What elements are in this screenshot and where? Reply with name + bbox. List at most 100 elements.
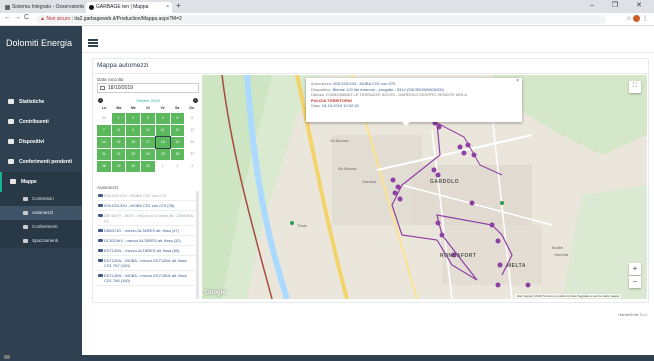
calendar-weekdays: Lu Ma Me Gi Ve Sa Do bbox=[97, 106, 199, 112]
tab-title: GARBAGE ten | Mappa bbox=[96, 4, 149, 10]
calendar-day[interactable]: 5 bbox=[170, 113, 185, 124]
map-attribution[interactable]: Dati mappa ©2019 Termini e condizioni d'… bbox=[514, 294, 621, 298]
calendar-day[interactable]: 27 bbox=[185, 149, 199, 160]
new-tab-button[interactable]: + bbox=[176, 1, 181, 10]
calendar-day[interactable]: 30 bbox=[126, 161, 141, 172]
sidebar-subitem-automezzi[interactable]: Automezzi bbox=[0, 206, 82, 220]
calendar-day[interactable]: 25 bbox=[155, 149, 170, 160]
reload-button[interactable]: C bbox=[24, 14, 29, 21]
broom-icon bbox=[23, 239, 28, 243]
calendar-day[interactable]: 20 bbox=[185, 137, 199, 148]
info-key: Dispositivo: bbox=[311, 86, 332, 92]
tab-garbage-mappa[interactable]: GARBAGE ten | Mappa × bbox=[86, 2, 172, 13]
recycle-icon bbox=[23, 225, 28, 229]
close-icon[interactable]: × bbox=[516, 78, 519, 85]
truck-icon bbox=[98, 274, 103, 277]
insecure-label: Non sicuro bbox=[46, 16, 71, 22]
map-panel: Mappa automezzi Data raccolta 18/10/2019… bbox=[92, 58, 649, 303]
calendar-day[interactable]: 31 bbox=[141, 161, 155, 172]
vehicle-list-item[interactable]: 005-032-033 - MOBA CS1 con 070 bbox=[97, 191, 196, 201]
calendar-day[interactable]: 24 bbox=[141, 149, 155, 160]
map-marker bbox=[395, 184, 401, 190]
calendar-day[interactable]: 21 bbox=[97, 149, 111, 160]
truck-icon bbox=[98, 204, 103, 207]
calendar-day[interactable]: 19 bbox=[170, 137, 185, 148]
calendar-day[interactable]: 9 bbox=[126, 125, 141, 136]
calendar-day[interactable]: 3 bbox=[141, 113, 155, 124]
calendar-day[interactable]: 2 bbox=[170, 161, 185, 172]
calendar-day[interactable]: 10 bbox=[141, 125, 155, 136]
zoom-in-button[interactable]: + bbox=[629, 263, 641, 275]
star-icon[interactable]: ☆ bbox=[626, 16, 631, 22]
calendar-day[interactable]: 8 bbox=[111, 125, 126, 136]
sidebar-item-contribuenti[interactable]: Contribuenti bbox=[0, 112, 82, 132]
calendar-day[interactable]: 16 bbox=[126, 137, 141, 148]
calendar-day[interactable]: 2 bbox=[126, 113, 141, 124]
info-key: Automezzo: bbox=[311, 81, 333, 86]
vehicle-list-item[interactable]: ED713ML - MOBA - mezzo ED713ML alt. fiss… bbox=[97, 271, 196, 286]
tab-osservatorio[interactable]: Sistema Integrato - Osservatorio × bbox=[2, 2, 86, 13]
map-marker bbox=[392, 190, 398, 196]
calendar-day[interactable]: 7 bbox=[97, 125, 111, 136]
calendar-day[interactable]: 29 bbox=[111, 161, 126, 172]
sidebar-item-conferimenti-pendenti[interactable]: Conferimenti pendenti bbox=[0, 152, 82, 172]
calendar-day[interactable]: 12 bbox=[170, 125, 185, 136]
map-marker bbox=[461, 150, 467, 156]
calendar-day[interactable]: 17 bbox=[141, 137, 155, 148]
calendar-day[interactable]: 3 bbox=[185, 161, 199, 172]
fullscreen-button[interactable]: ⛶ bbox=[629, 81, 641, 93]
vehicle-list-item[interactable]: ED713ML - mezzo ALTARES alt. fissa (65) bbox=[97, 246, 196, 256]
calendar-day[interactable]: 11 bbox=[155, 125, 170, 136]
tab-close-icon[interactable]: × bbox=[80, 2, 83, 13]
calendar-day[interactable]: 23 bbox=[126, 149, 141, 160]
calendar-day[interactable]: 26 bbox=[170, 149, 185, 160]
sidebar-item-statistiche[interactable]: Statistiche bbox=[0, 92, 82, 112]
back-button[interactable]: ← bbox=[4, 14, 11, 21]
sidebar-subitem-conferimenti[interactable]: Conferimenti bbox=[0, 220, 82, 234]
sidebar-item-dispositivi[interactable]: Dispositivi bbox=[0, 132, 82, 152]
vehicle-list-item[interactable]: DC520WV - mezzo ALTARES alt. fissa (32) bbox=[97, 236, 196, 246]
vehicle-list-item[interactable]: ED712ML - MOBA - mezzo ED712ML alt. fiss… bbox=[97, 256, 196, 271]
calendar-day[interactable]: 13 bbox=[185, 125, 199, 136]
zoom-out-button[interactable]: − bbox=[629, 276, 641, 288]
forward-button[interactable]: → bbox=[14, 14, 21, 21]
vehicle-list-item[interactable]: DB647JD - mezzo ALTARES alt. fissa (47) bbox=[97, 226, 196, 236]
menu-dots-icon[interactable]: ⋮ bbox=[642, 16, 648, 22]
date-field[interactable]: 18/10/2019 bbox=[97, 83, 199, 93]
vehicle-label: DB764TY - MUS - Mezzo di Gravelli alt. C… bbox=[104, 213, 194, 223]
map-canvas[interactable]: GARDOLO Gardolo RONCAFORT MELTA Bolleri … bbox=[202, 75, 647, 299]
calendar-day[interactable]: 6 bbox=[185, 113, 199, 124]
sidebar-subitem-label: Spazzamenti bbox=[32, 238, 59, 243]
map-marker bbox=[435, 172, 441, 178]
window-controls[interactable]: – ❐ ✕ bbox=[590, 1, 650, 9]
info-value: 18-10-2019 10:02:32 bbox=[321, 103, 359, 108]
sidebar-subitem-contenitori[interactable]: Contenitori bbox=[0, 192, 82, 206]
map-marker bbox=[495, 282, 501, 288]
tab-close-icon[interactable]: × bbox=[166, 2, 169, 13]
sidebar: Dolomiti Energia Statistiche Contribuent… bbox=[0, 26, 82, 361]
next-month-button[interactable]: › bbox=[193, 98, 198, 103]
vehicle-list-item[interactable]: DB764TY - MUS - Mezzo di Gravelli alt. C… bbox=[97, 211, 196, 226]
map-marker bbox=[489, 222, 495, 228]
calendar-day[interactable]: 15 bbox=[111, 137, 126, 148]
calendar-day[interactable]: 1 bbox=[155, 161, 170, 172]
calendar-day[interactable]: 28 bbox=[97, 161, 111, 172]
calendar-day[interactable]: 30 bbox=[97, 113, 111, 124]
vehicle-list-item[interactable]: 005-033-320 - MOBA CS1 con 070 (35) bbox=[97, 201, 196, 211]
menu-toggle-button[interactable] bbox=[88, 39, 98, 47]
sidebar-item-label: Dispositivi bbox=[19, 139, 45, 145]
vehicle-label: ED712ML - MOBA - mezzo ED712ML alt. fiss… bbox=[104, 258, 187, 268]
weekday: Ma bbox=[116, 106, 122, 110]
url-field[interactable]: ▲ Non sicuro | ita2.garbageweb.it/Produc… bbox=[36, 15, 606, 24]
map-place-thuis: Thuis bbox=[297, 223, 307, 228]
calendar-day[interactable]: 22 bbox=[111, 149, 126, 160]
bottom-bar bbox=[82, 355, 654, 361]
calendar-day[interactable]: 1 bbox=[111, 113, 126, 124]
calendar-day[interactable]: 4 bbox=[155, 113, 170, 124]
map-marker bbox=[465, 142, 471, 148]
sidebar-subitem-spazzamenti[interactable]: Spazzamenti bbox=[0, 234, 82, 248]
sidebar-item-mappe[interactable]: Mappe bbox=[0, 172, 82, 192]
calendar-day-selected[interactable]: 18 bbox=[154, 136, 171, 149]
profile-avatar[interactable] bbox=[633, 15, 641, 22]
calendar-day[interactable]: 14 bbox=[97, 137, 111, 148]
